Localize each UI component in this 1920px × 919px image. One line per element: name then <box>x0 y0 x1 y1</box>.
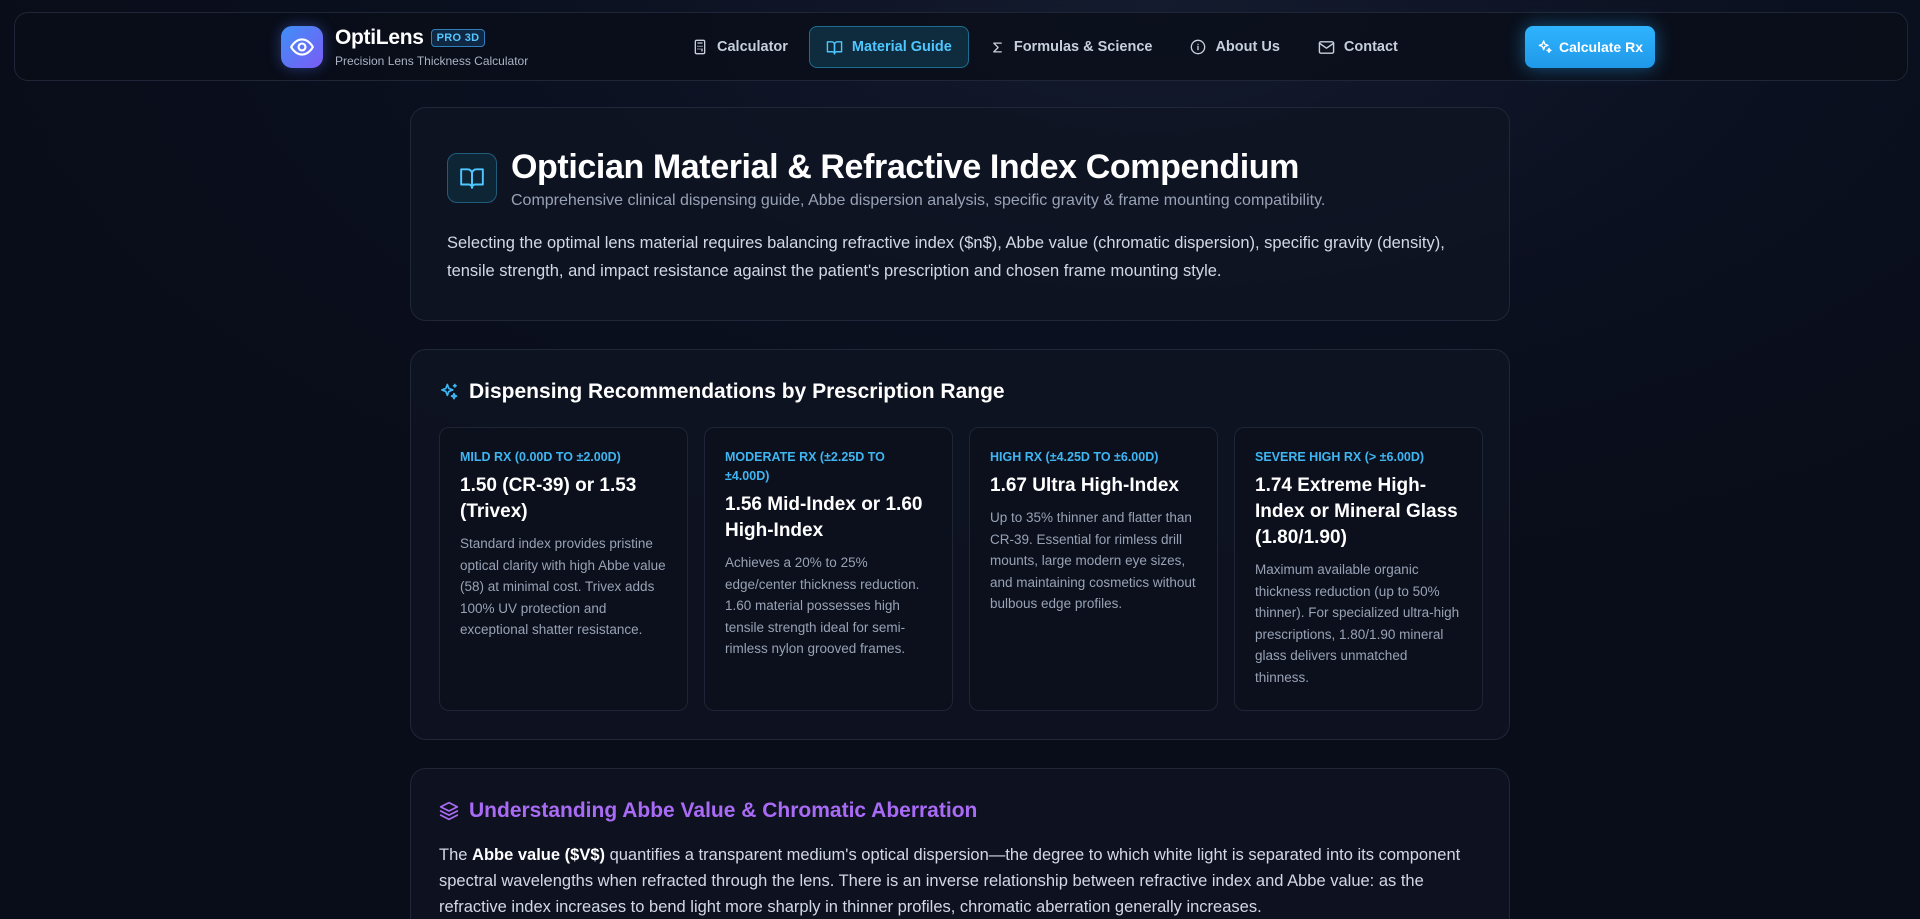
brand-badge: PRO 3D <box>430 29 486 47</box>
rx-card-mild: Mild Rx (0.00D to ±2.00D) 1.50 (CR-39) o… <box>439 427 688 711</box>
page-subtitle: Comprehensive clinical dispensing guide,… <box>511 192 1326 209</box>
rx-card-grid: Mild Rx (0.00D to ±2.00D) 1.50 (CR-39) o… <box>439 427 1483 711</box>
rx-card-severe: Severe High Rx (> ±6.00D) 1.74 Extreme H… <box>1234 427 1483 711</box>
eye-icon <box>281 26 323 68</box>
hero-card: Optician Material & Refractive Index Com… <box>410 107 1510 321</box>
top-navigation-bar: OptiLens PRO 3D Precision Lens Thickness… <box>14 12 1908 81</box>
recommendations-header: Dispensing Recommendations by Prescripti… <box>439 380 1005 404</box>
recommendations-card: Dispensing Recommendations by Prescripti… <box>410 349 1510 740</box>
nav-item-contact[interactable]: Contact <box>1301 26 1415 68</box>
rx-description: Maximum available organic thickness redu… <box>1255 562 1460 685</box>
abbe-paragraph: The Abbe value ($V$) quantifies a transp… <box>439 842 1479 919</box>
nav-item-label: About Us <box>1215 39 1280 55</box>
nav-item-material-guide[interactable]: Material Guide <box>808 26 969 68</box>
nav-item-label: Material Guide <box>851 39 952 55</box>
layers-icon <box>439 801 459 821</box>
nav-item-label: Calculator <box>717 39 788 55</box>
sparkles-icon <box>441 383 458 400</box>
rx-description: Up to 35% thinner and flatter than CR-39… <box>990 510 1196 611</box>
nav-item-calculator[interactable]: Calculator <box>675 26 805 68</box>
nav-item-formulas-science[interactable]: Formulas & Science <box>973 26 1170 68</box>
abbe-text-prefix: The <box>439 846 473 864</box>
calculate-rx-label: Calculate Rx <box>1558 39 1644 55</box>
brand-name: OptiLens <box>335 26 424 49</box>
rx-range: High Rx (±4.25D to ±6.00D) <box>990 450 1159 464</box>
rx-material: 1.50 (CR-39) or 1.53 (Trivex) <box>460 475 637 522</box>
rx-range: Moderate Rx (±2.25D to ±4.00D) <box>725 450 885 483</box>
rx-range: Mild Rx (0.00D to ±2.00D) <box>460 450 621 464</box>
abbe-text-bold: Abbe value ($V$) <box>472 846 605 864</box>
brand-subtitle: Precision Lens Thickness Calculator <box>335 54 529 68</box>
nav-item-about-us[interactable]: About Us <box>1173 26 1296 68</box>
main-nav: Calculator Material Guide Formulas & Sci… <box>675 26 1419 68</box>
sigma-icon <box>992 42 1002 52</box>
calculate-rx-button[interactable]: Calculate Rx <box>1525 26 1655 68</box>
abbe-card: Understanding Abbe Value & Chromatic Abe… <box>410 768 1510 919</box>
rx-card-high: High Rx (±4.25D to ±6.00D) 1.67 Ultra Hi… <box>969 427 1218 711</box>
sparkles-icon <box>1538 40 1552 53</box>
nav-item-label: Contact <box>1343 39 1398 55</box>
brand[interactable]: OptiLens PRO 3D Precision Lens Thickness… <box>281 26 528 68</box>
page-title: Optician Material & Refractive Index Com… <box>511 148 1299 186</box>
rx-description: Achieves a 20% to 25% edge/center thickn… <box>725 555 920 656</box>
book-open-icon <box>826 40 843 55</box>
section-title: Dispensing Recommendations by Prescripti… <box>469 380 1005 403</box>
rx-material: 1.74 Extreme High-Index or Mineral Glass… <box>1255 475 1458 548</box>
page-description: Selecting the optimal lens material requ… <box>447 234 1445 280</box>
book-open-icon <box>447 153 497 203</box>
rx-material: 1.56 Mid-Index or 1.60 High-Index <box>725 494 923 541</box>
rx-material: 1.67 Ultra High-Index <box>990 475 1179 496</box>
section-title: Understanding Abbe Value & Chromatic Abe… <box>469 799 978 822</box>
calculator-icon <box>694 39 706 55</box>
rx-card-moderate: Moderate Rx (±2.25D to ±4.00D) 1.56 Mid-… <box>704 427 953 711</box>
rx-range: Severe High Rx (> ±6.00D) <box>1255 450 1425 464</box>
info-icon <box>1191 39 1206 55</box>
rx-description: Standard index provides pristine optical… <box>460 536 666 637</box>
abbe-header: Understanding Abbe Value & Chromatic Abe… <box>439 799 977 823</box>
nav-item-label: Formulas & Science <box>1013 39 1153 55</box>
mail-icon <box>1318 40 1335 54</box>
